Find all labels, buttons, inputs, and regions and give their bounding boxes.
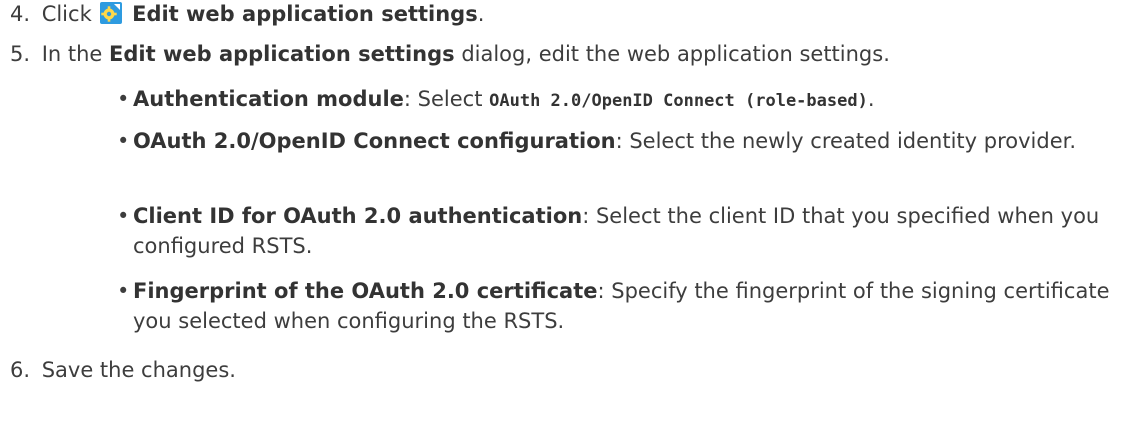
bullet-label: Client ID for OAuth 2.0 authentication: [133, 204, 583, 228]
edit-settings-label: Edit web application settings: [132, 2, 478, 26]
bullet-client-id: • Client ID for OAuth 2.0 authentication…: [117, 201, 1127, 261]
step-4: 4. Click Edit web application settings.: [10, 2, 484, 26]
dialog-name: Edit web application settings: [109, 42, 455, 66]
bullet-label: OAuth 2.0/OpenID Connect configuration: [133, 129, 616, 153]
step-number: 4.: [10, 2, 31, 26]
step-suffix: .: [477, 2, 485, 26]
bullet-dot: •: [117, 279, 130, 303]
bullet-sep: : Select: [403, 87, 483, 111]
bullet-label: Fingerprint of the OAuth 2.0 certificate: [133, 279, 598, 303]
bullet-dot: •: [117, 129, 130, 153]
step-number: 5.: [10, 42, 31, 66]
step-suffix: dialog, edit the web application setting…: [461, 42, 890, 66]
bullet-text: Authentication module: Select OAuth 2.0/…: [133, 84, 1127, 116]
bullet-end: .: [867, 87, 875, 111]
bullet-label: Authentication module: [133, 87, 404, 111]
step-6: 6. Save the changes.: [10, 358, 236, 382]
step-text: Click: [41, 2, 92, 26]
bullet-text: OAuth 2.0/OpenID Connect configuration: …: [133, 126, 1127, 156]
bullet-description: : Select the newly created identity prov…: [615, 129, 1076, 153]
bullet-dot: •: [117, 87, 130, 111]
bullet-fingerprint: • Fingerprint of the OAuth 2.0 certifica…: [117, 276, 1127, 336]
bullet-oauth-configuration: • OAuth 2.0/OpenID Connect configuration…: [117, 126, 1127, 156]
bullet-dot: •: [117, 204, 130, 228]
bullet-text: Client ID for OAuth 2.0 authentication: …: [133, 201, 1127, 261]
step-text: Save the changes.: [41, 358, 236, 382]
step-5: 5. In the Edit web application settings …: [10, 42, 890, 66]
step-text: In the: [41, 42, 103, 66]
settings-gear-icon: [100, 2, 123, 24]
bullet-text: Fingerprint of the OAuth 2.0 certificate…: [133, 276, 1127, 336]
step-number: 6.: [10, 358, 31, 382]
bullet-authentication-module: • Authentication module: Select OAuth 2.…: [117, 84, 1127, 116]
code-value: OAuth 2.0/OpenID Connect (role-based): [489, 91, 868, 111]
